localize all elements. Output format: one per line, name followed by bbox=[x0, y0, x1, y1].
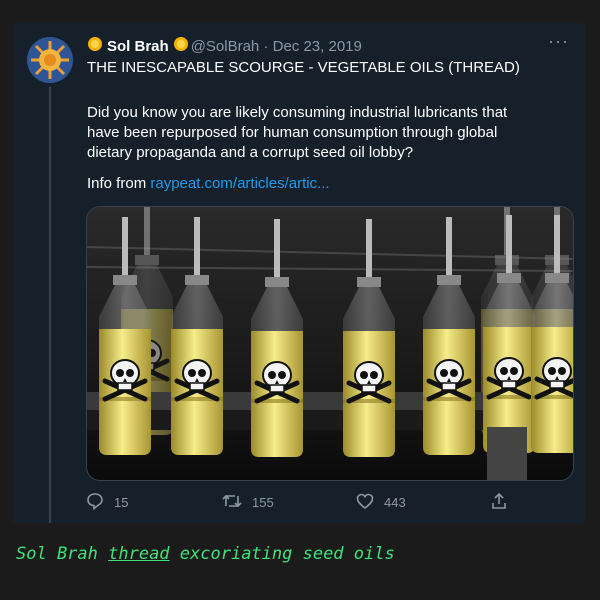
reply-button[interactable]: 15 bbox=[86, 492, 128, 513]
author-handle-date[interactable]: @SolBrah · Dec 23, 2019 bbox=[191, 38, 362, 55]
caption: Sol Brah thread excoriating seed oils bbox=[16, 544, 395, 564]
share-icon bbox=[490, 492, 518, 513]
sun-icon bbox=[173, 36, 189, 57]
retweet-count: 155 bbox=[252, 495, 274, 510]
thread-line bbox=[49, 87, 51, 523]
tweet-title: THE INESCAPABLE SCOURGE - VEGETABLE OILS… bbox=[87, 59, 520, 76]
tweet-image[interactable] bbox=[86, 206, 574, 481]
info-prefix: Info from bbox=[87, 175, 151, 192]
sun-icon bbox=[87, 36, 103, 57]
tweet-info-line: Info from raypeat.com/articles/artic... bbox=[87, 175, 330, 192]
avatar[interactable] bbox=[27, 37, 73, 83]
more-options-icon[interactable]: ··· bbox=[548, 31, 569, 52]
caption-text-start: Sol Brah bbox=[16, 544, 109, 564]
author-name[interactable]: Sol Brah bbox=[107, 38, 169, 55]
heart-icon bbox=[356, 492, 384, 513]
retweet-icon bbox=[222, 492, 252, 513]
caption-thread-link[interactable]: thread bbox=[108, 544, 169, 564]
reply-count: 15 bbox=[114, 495, 129, 510]
tweet-header: Sol Brah @SolBrah · Dec 23, 2019 bbox=[87, 36, 362, 56]
like-count: 443 bbox=[384, 495, 406, 510]
tweet-actions: 15 155 443 bbox=[86, 492, 506, 512]
tweet-card[interactable]: Sol Brah @SolBrah · Dec 23, 2019 ··· THE… bbox=[13, 23, 585, 523]
reply-icon bbox=[86, 492, 114, 513]
like-button[interactable]: 443 bbox=[356, 492, 406, 513]
share-button[interactable] bbox=[490, 492, 518, 513]
article-link[interactable]: raypeat.com/articles/artic... bbox=[150, 175, 329, 192]
tweet-body: Did you know you are likely consuming in… bbox=[87, 104, 508, 161]
caption-text-end: excoriating seed oils bbox=[169, 544, 395, 564]
retweet-button[interactable]: 155 bbox=[222, 492, 274, 513]
